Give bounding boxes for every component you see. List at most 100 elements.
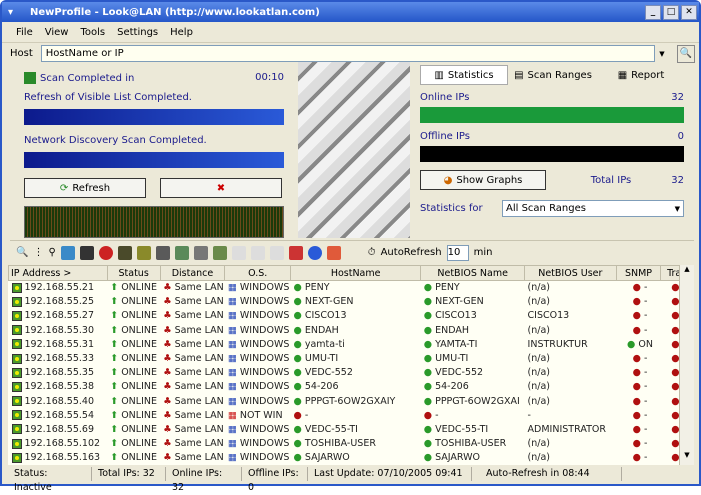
windows-icon: ▦ <box>227 381 237 393</box>
table-row[interactable]: 192.168.55.30 ⬆ ONLINE ♣ Same LAN ▦ WINDOWS… <box>9 323 694 337</box>
column-header[interactable]: Status <box>106 265 161 281</box>
column-header[interactable]: HostName <box>290 265 422 281</box>
table-row[interactable]: 192.168.55.40 ⬆ ONLINE ♣ Same LAN ▦ WINDOWS… <box>9 394 694 408</box>
wizard-icon[interactable] <box>155 245 170 260</box>
cell-netbios-user: (n/a) <box>525 380 617 394</box>
host-icon <box>11 410 22 421</box>
system-menu-icon[interactable]: ▾ <box>8 7 22 18</box>
cell-text: 192.168.55.40 <box>24 395 95 407</box>
column-header[interactable]: Distance <box>159 265 226 281</box>
table-row[interactable]: 192.168.55.33 ⬆ ONLINE ♣ Same LAN ▦ WINDOWS… <box>9 351 694 365</box>
show-graphs-button[interactable]: ◕ Show Graphs <box>420 170 546 190</box>
menu-view[interactable]: View <box>45 27 69 38</box>
cell-ip-address: 192.168.55.27 <box>9 309 108 323</box>
copy-icon[interactable] <box>212 245 227 260</box>
delete-icon[interactable] <box>98 245 113 260</box>
cell-text: PENY <box>435 282 460 294</box>
cell-text: YAMTA-TI <box>435 338 478 350</box>
cell-distance: ♣ Same LAN <box>160 366 225 380</box>
tools-icon[interactable] <box>117 245 132 260</box>
network-icon[interactable] <box>60 245 75 260</box>
cell-text: Same LAN <box>174 395 224 407</box>
table-row[interactable]: 192.168.55.38 ⬆ ONLINE ♣ Same LAN ▦ WINDOWS… <box>9 380 694 394</box>
print-icon[interactable] <box>193 245 208 260</box>
toolbar: 🔍 ⋮ ⚲ ⏱ AutoRefresh min <box>10 240 694 264</box>
host-input[interactable] <box>40 45 655 62</box>
table-row[interactable]: 192.168.55.25 ⬆ ONLINE ♣ Same LAN ▦ WINDOWS… <box>9 295 694 309</box>
cell-text: 192.168.55.21 <box>24 282 95 294</box>
offline-ips-label: Offline IPs <box>420 131 470 142</box>
column-header[interactable]: O.S. <box>224 265 292 281</box>
minimize-button[interactable]: _ <box>645 4 661 20</box>
cell-status: ⬆ ONLINE <box>107 295 160 309</box>
tree-icon[interactable]: ⋮ <box>33 247 43 258</box>
cell-text: WINDOWS <box>239 423 290 435</box>
tab-statistics[interactable]: ▥ Statistics <box>420 65 508 85</box>
cell-snmp: ● - <box>616 366 661 380</box>
cell-text: Same LAN <box>174 353 224 365</box>
cell-text: - <box>643 438 648 450</box>
cell-hostname: ● SAJARWO <box>291 451 421 465</box>
cell-o-s: ▦ NOT WIN <box>225 408 291 422</box>
cell-text: (n/a) <box>527 324 551 336</box>
column-header[interactable]: NetBIOS Name <box>420 265 526 281</box>
table-row[interactable]: 192.168.55.35 ⬆ ONLINE ♣ Same LAN ▦ WINDOWS… <box>9 366 694 380</box>
refresh-button[interactable]: ⟳ Refresh <box>24 178 146 198</box>
host-icon <box>11 339 22 350</box>
vertical-scrollbar[interactable]: ▲ ▼ <box>679 265 694 465</box>
column-header[interactable]: NetBIOS User <box>524 265 617 281</box>
host-dropdown-button[interactable]: ▼ <box>655 45 669 62</box>
maximize-button[interactable]: □ <box>663 4 679 20</box>
close-button[interactable]: ✕ <box>681 4 697 20</box>
cell-o-s: ▦ WINDOWS <box>225 295 291 309</box>
scan-panel: Scan Completed in 00:10 Refresh of Visib… <box>10 62 298 238</box>
windows-icon: ▦ <box>227 296 237 308</box>
magnifier-icon[interactable]: 🔍 <box>677 44 695 63</box>
windows-icon: ▦ <box>227 438 237 450</box>
cell-text: ONLINE <box>121 452 157 464</box>
table-row[interactable]: 192.168.55.102 ⬆ ONLINE ♣ Same LAN ▦ WINDOW… <box>9 437 694 451</box>
power-icon[interactable] <box>326 245 341 260</box>
menu-file[interactable]: File <box>16 27 33 38</box>
menu-tools[interactable]: Tools <box>80 27 105 38</box>
online-arrow-icon: ⬆ <box>110 324 119 336</box>
windows-icon: ▦ <box>227 395 237 407</box>
table-row[interactable]: 192.168.55.27 ⬆ ONLINE ♣ Same LAN ▦ WINDOWS… <box>9 309 694 323</box>
statistics-for-select[interactable]: All Scan Ranges ▼ <box>502 200 684 217</box>
cell-text: PPPGT-6OW2GXAIY <box>304 395 396 407</box>
cell-hostname: ● VEDC-55-TI <box>291 422 421 436</box>
online-ips-value: 32 <box>671 92 684 103</box>
cell-o-s: ▦ WINDOWS <box>225 309 291 323</box>
tab-scan-ranges[interactable]: ▤ Scan Ranges <box>510 65 596 85</box>
column-header[interactable]: IP Address > <box>8 265 108 281</box>
menu-settings[interactable]: Settings <box>117 27 158 38</box>
lan-icon: ♣ <box>163 438 172 450</box>
export-icon[interactable] <box>174 245 189 260</box>
table-row[interactable]: 192.168.55.21 ⬆ ONLINE ♣ Same LAN ▦ WINDOWS… <box>9 281 694 295</box>
status-last-update: Last Update: 07/10/2005 09:41 <box>308 467 472 481</box>
table-row[interactable]: 192.168.55.69 ⬆ ONLINE ♣ Same LAN ▦ WINDOWS… <box>9 422 694 436</box>
sound-icon[interactable] <box>288 245 303 260</box>
lan-icon: ♣ <box>163 324 172 336</box>
table-row[interactable]: 192.168.55.54 ⬆ ONLINE ♣ Same LAN ▦ NOT WIN… <box>9 408 694 422</box>
column-header[interactable]: SNMP <box>615 265 662 281</box>
table-row[interactable]: 192.168.55.31 ⬆ ONLINE ♣ Same LAN ▦ WINDOWS… <box>9 337 694 351</box>
cell-status: ⬆ ONLINE <box>107 408 160 422</box>
zoom-icon[interactable]: 🔍 <box>16 247 28 258</box>
cell-status: ⬆ ONLINE <box>107 451 160 465</box>
tab-report[interactable]: ▦ Report <box>598 65 684 85</box>
table-row[interactable]: 192.168.55.163 ⬆ ONLINE ♣ Same LAN ▦ WINDOW… <box>9 451 694 465</box>
save-icon[interactable] <box>79 245 94 260</box>
menu-help[interactable]: Help <box>170 27 193 38</box>
find-icon[interactable]: ⚲ <box>48 247 55 258</box>
snmp-dot-icon: ● <box>632 395 641 407</box>
help-icon[interactable] <box>307 245 322 260</box>
scroll-down-button[interactable]: ▼ <box>680 451 694 465</box>
stop-button[interactable]: ✖ <box>160 178 282 198</box>
scroll-up-button[interactable]: ▲ <box>680 265 694 279</box>
autorefresh-input[interactable] <box>446 244 469 261</box>
cell-text: NEXT-GEN <box>304 296 354 308</box>
script-icon[interactable] <box>136 245 151 260</box>
cell-hostname: ● NEXT-GEN <box>291 295 421 309</box>
snmp-dot-icon: ● <box>632 282 641 294</box>
